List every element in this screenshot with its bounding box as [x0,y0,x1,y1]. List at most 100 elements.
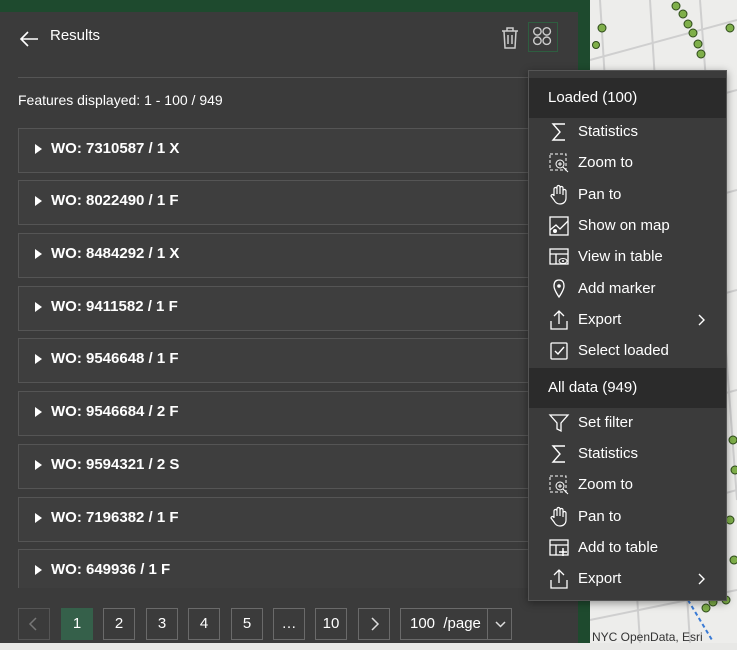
menu-item-all-pan-to[interactable]: Pan to [529,501,726,532]
header-divider [18,77,560,78]
menu-item-label: Statistics [578,123,639,140]
menu-item-label: Pan to [578,186,622,203]
list-item-label: WO: 9411582 / 1 F [51,298,178,315]
page-ellipsis-button[interactable]: … [273,608,305,640]
expand-triangle-icon [35,144,42,154]
chevron-down-icon [495,621,506,628]
actions-menu-button[interactable] [528,22,558,52]
page-button-3[interactable]: 3 [146,608,178,640]
chevron-left-icon [28,617,37,631]
menu-item-loaded-export[interactable]: Export [529,304,726,335]
list-item-label: WO: 8484292 / 1 X [51,245,180,262]
list-item-label: WO: 9594321 / 2 S [51,456,180,473]
menu-item-label: View in table [578,248,663,265]
table-view-icon [549,248,569,265]
page-size-select[interactable]: 100 /page [400,608,512,640]
page-button-1[interactable]: 1 [61,608,93,640]
map-icon [549,216,569,236]
menu-item-select-loaded[interactable]: Select loaded [529,335,726,366]
list-item[interactable]: WO: 7196382 / 1 F [18,497,560,542]
list-item[interactable]: WO: 649936 / 1 F [18,549,560,588]
menu-item-label: Set filter [578,414,634,431]
menu-item-label: Export [578,570,622,587]
list-item-label: WO: 9546684 / 2 F [51,403,179,420]
trash-icon[interactable] [498,25,522,51]
results-list: WO: 7310587 / 1 X WO: 8022490 / 1 F WO: … [18,128,560,588]
list-item[interactable]: WO: 7310587 / 1 X [18,128,560,173]
expand-triangle-icon [35,565,42,575]
list-item[interactable]: WO: 9594321 / 2 S [18,444,560,489]
menu-item-label: Zoom to [578,476,634,493]
panel-header: Results [0,18,578,58]
expand-triangle-icon [35,407,42,417]
menu-item-set-filter[interactable]: Set filter [529,407,726,438]
menu-item-all-export[interactable]: Export [529,563,726,594]
filter-icon [548,414,570,433]
expand-triangle-icon [35,249,42,259]
menu-item-label: Show on map [578,217,670,234]
back-arrow-icon[interactable] [18,28,40,50]
list-item-label: WO: 7196382 / 1 F [51,509,179,526]
grid-icon [532,26,552,46]
menu-item-loaded-pan-to[interactable]: Pan to [529,179,726,210]
panel-frame-top [0,0,590,12]
next-page-button[interactable] [358,608,390,640]
page-size-dropdown-button[interactable] [487,609,513,639]
expand-triangle-icon [35,354,42,364]
list-item[interactable]: WO: 9546648 / 1 F [18,338,560,383]
export-icon [550,569,568,589]
list-item-label: WO: 9546648 / 1 F [51,350,179,367]
menu-item-label: Add to table [578,539,659,556]
map-attribution: NYC OpenData, Esri [592,630,703,644]
menu-section-loaded: Loaded (100) [529,78,726,118]
zoom-to-icon [549,475,569,495]
menu-item-all-zoom-to[interactable]: Zoom to [529,469,726,500]
menu-item-label: Select loaded [578,342,669,359]
menu-item-all-statistics[interactable]: Statistics [529,438,726,469]
menu-item-add-marker[interactable]: Add marker [529,273,726,304]
add-table-icon [549,539,569,556]
menu-item-label: Export [578,311,622,328]
sigma-icon [551,123,565,141]
sigma-icon [551,445,565,463]
page-title: Results [50,27,101,44]
page-button-10[interactable]: 10 [315,608,347,640]
page-button-5[interactable]: 5 [231,608,263,640]
marker-icon [553,279,565,299]
prev-page-button[interactable] [18,608,50,640]
actions-menu: Loaded (100) Statistics Zoom to Pan to S… [528,70,727,601]
list-item-label: WO: 7310587 / 1 X [51,140,180,157]
list-item-label: WO: 8022490 / 1 F [51,192,179,209]
menu-item-label: Pan to [578,508,622,525]
menu-item-show-on-map[interactable]: Show on map [529,210,726,241]
list-item[interactable]: WO: 8484292 / 1 X [18,233,560,278]
page-button-2[interactable]: 2 [103,608,135,640]
expand-triangle-icon [35,513,42,523]
menu-item-view-in-table[interactable]: View in table [529,241,726,272]
zoom-to-icon [549,153,569,173]
hand-icon [550,184,567,205]
list-item[interactable]: WO: 9411582 / 1 F [18,286,560,331]
list-item[interactable]: WO: 9546684 / 2 F [18,391,560,436]
chevron-right-icon [698,314,705,326]
chevron-right-icon [371,617,380,631]
menu-section-all-data: All data (949) [529,368,726,408]
expand-triangle-icon [35,196,42,206]
menu-item-label: Zoom to [578,154,634,171]
checkbox-icon [550,342,568,360]
menu-item-label: Add marker [578,280,656,297]
expand-triangle-icon [35,460,42,470]
page-button-4[interactable]: 4 [188,608,220,640]
menu-item-label: Statistics [578,445,639,462]
menu-item-loaded-statistics[interactable]: Statistics [529,116,726,147]
chevron-right-icon [698,573,705,585]
list-item[interactable]: WO: 8022490 / 1 F [18,180,560,225]
page-size-value: 100 /page [410,615,481,632]
menu-item-add-to-table[interactable]: Add to table [529,532,726,563]
export-icon [550,310,568,330]
features-count: Features displayed: 1 - 100 / 949 [18,92,223,108]
expand-triangle-icon [35,302,42,312]
list-item-label: WO: 649936 / 1 F [51,561,171,578]
hand-icon [550,506,567,527]
menu-item-loaded-zoom-to[interactable]: Zoom to [529,147,726,178]
